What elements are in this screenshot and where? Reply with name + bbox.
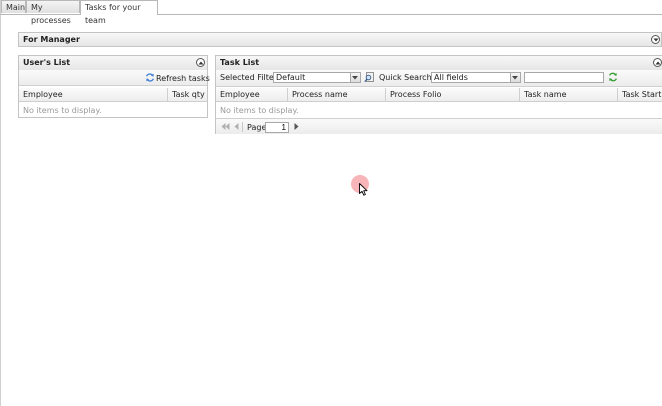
for-manager-panel: For Manager [18,32,662,47]
quick-search-dropdown-trigger[interactable] [510,73,520,82]
task-pager: Page [216,118,662,134]
task-grid-header: Employee Process name Process Folio Task… [216,88,662,102]
quick-search-input[interactable] [524,72,604,83]
mouse-cursor-icon [359,183,368,196]
refresh-icon [145,73,155,82]
task-list-title: Task List [220,58,260,67]
chevron-down-icon [653,38,659,42]
selected-filter-value: Default [276,73,306,82]
tab-bar: Main My processes Tasks for your team [0,0,662,25]
previous-page-button[interactable] [234,123,239,132]
refresh-tasks-button[interactable]: Refresh tasks [145,73,210,83]
column-task-start-date[interactable]: Task Start D [618,88,662,101]
next-page-button[interactable] [294,123,299,132]
tasks-empty-text: No items to display. [220,106,299,115]
task-list-toolbar: Selected Filter: Default Quick Search: A… [216,70,662,87]
users-list-panel: User's List Refresh tasks Employee Task … [18,55,210,118]
tab-tasks-for-your-team[interactable]: Tasks for your team [80,0,158,25]
first-page-button[interactable] [221,123,230,132]
dropdown-arrow-icon [352,76,358,80]
column-employee[interactable]: Employee [19,88,168,101]
column-task-qty[interactable]: Task qty [168,88,207,101]
refresh-tasks-label: Refresh tasks [156,74,210,83]
users-list-header: User's List [19,56,207,71]
users-empty-text: No items to display. [23,106,102,115]
users-list-toolbar: Refresh tasks [19,70,210,86]
dropdown-arrow-icon [512,76,518,80]
pager-separator [242,122,243,132]
first-page-icon [221,123,230,130]
quick-search-field-combo[interactable]: All fields [431,72,521,83]
page-label: Page [247,123,267,132]
page-number-input[interactable] [265,122,289,133]
collapse-task-list-button[interactable] [653,58,662,67]
column-process-folio[interactable]: Process Folio [386,88,520,101]
previous-page-icon [234,123,239,130]
chevron-up-icon [655,61,661,65]
page-left-border [0,0,1,406]
users-list-title: User's List [23,58,71,67]
quick-search-field-value: All fields [434,73,468,82]
task-list-panel: Task List Selected Filter: Default Quick… [215,55,662,134]
search-refresh-button[interactable] [608,72,618,82]
task-list-header: Task List [216,56,662,71]
collapse-users-list-button[interactable] [196,58,205,67]
column-task-name[interactable]: Task name [520,88,618,101]
tab-main[interactable]: Main [1,0,26,13]
selected-filter-label: Selected Filter: [220,73,280,82]
filter-dropdown-trigger[interactable] [350,73,360,82]
refresh-green-icon [608,72,618,82]
users-grid-header: Employee Task qty [19,88,207,102]
column-employee[interactable]: Employee [216,88,288,101]
next-page-icon [294,123,299,130]
quick-search-label: Quick Search: [379,73,435,82]
column-process-name[interactable]: Process name [288,88,386,101]
tab-my-processes[interactable]: My processes [26,0,80,25]
filter-search-button[interactable] [364,72,375,83]
chevron-up-icon [198,61,204,65]
for-manager-header: For Manager [19,33,661,46]
for-manager-title: For Manager [23,35,80,44]
magnifier-document-icon [364,72,374,83]
selected-filter-combo[interactable]: Default [273,72,361,83]
expand-for-manager-button[interactable] [651,35,660,44]
